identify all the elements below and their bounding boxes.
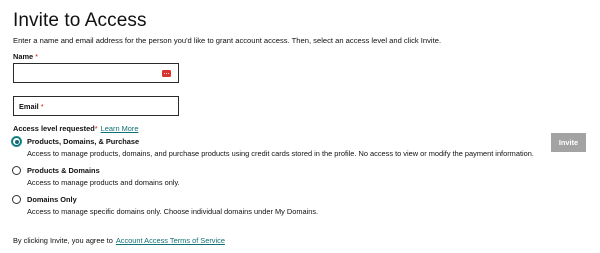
option-title: Domains Only xyxy=(27,195,77,204)
radio-selected-icon[interactable] xyxy=(12,137,21,146)
name-field[interactable] xyxy=(13,63,179,84)
email-input[interactable] xyxy=(14,97,178,115)
radio-unselected-icon[interactable] xyxy=(12,166,21,175)
name-label-text: Name xyxy=(13,52,34,61)
access-level-label-text: Access level requested xyxy=(13,124,95,133)
name-input[interactable] xyxy=(14,65,178,84)
access-level-label: Access level requested* Learn More xyxy=(13,124,138,133)
access-option-products-domains[interactable]: Products & Domains Access to manage prod… xyxy=(12,166,572,192)
password-manager-icon[interactable] xyxy=(162,70,171,77)
terms-of-service-link[interactable]: Account Access Terms of Service xyxy=(116,236,225,245)
terms-prefix: By clicking Invite, you agree to xyxy=(13,236,113,245)
access-option-domains-only[interactable]: Domains Only Access to manage specific d… xyxy=(12,195,572,221)
option-description: Access to manage products, domains, and … xyxy=(27,149,534,158)
option-title: Products, Domains, & Purchase xyxy=(27,137,140,146)
learn-more-link[interactable]: Learn More xyxy=(101,124,139,133)
email-field[interactable]: Email * xyxy=(13,96,179,116)
page-title: Invite to Access xyxy=(13,10,147,31)
name-label: Name * xyxy=(13,52,38,61)
option-title: Products & Domains xyxy=(27,166,100,175)
access-option-products-domains-purchase[interactable]: Products, Domains, & Purchase Access to … xyxy=(12,137,572,163)
option-description: Access to manage specific domains only. … xyxy=(27,207,319,216)
required-asterisk: * xyxy=(35,52,39,61)
option-description: Access to manage products and domains on… xyxy=(27,178,180,187)
terms-text: By clicking Invite, you agree to Account … xyxy=(13,236,225,245)
intro-text: Enter a name and email address for the p… xyxy=(13,36,442,45)
radio-unselected-icon[interactable] xyxy=(12,195,21,204)
required-asterisk: * xyxy=(94,124,98,133)
invite-button[interactable]: Invite xyxy=(551,133,586,152)
